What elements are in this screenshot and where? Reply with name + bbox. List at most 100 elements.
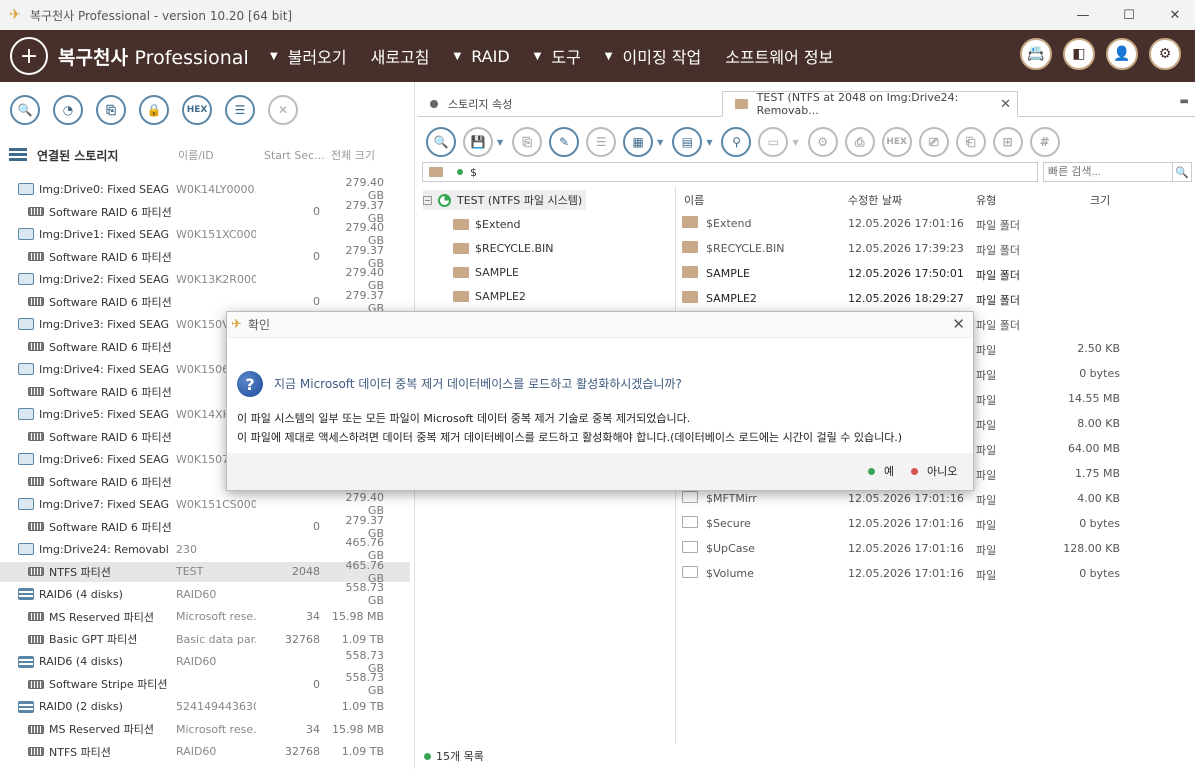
column-start-sector[interactable]: Start Sec... [264, 149, 325, 162]
yes-button[interactable]: 예 [868, 463, 894, 479]
file-row[interactable]: SAMPLE2 12.05.2026 18:29:27 파일 폴더 [678, 286, 1195, 311]
details-dropdown-icon[interactable]: ▼ [706, 138, 712, 147]
storage-row[interactable]: Img:Drive2: Fixed SEAG...W0K13K2R000...2… [0, 266, 410, 292]
binoculars-icon[interactable]: ⚲ [721, 127, 752, 157]
file-copy-icon[interactable]: ⎙ [844, 127, 875, 157]
dialog-close-icon[interactable]: ✕ [952, 315, 965, 333]
storage-row[interactable]: Software RAID 6 파티션 0 279.37 GB [0, 199, 410, 225]
file-hex-icon[interactable]: HEX [881, 127, 912, 157]
close-button[interactable]: ✕ [1152, 0, 1195, 30]
save-icon[interactable]: 💾 [463, 127, 493, 157]
list-icon[interactable]: ☰ [225, 95, 255, 125]
license-icon[interactable]: 📇 [1020, 38, 1052, 70]
tab-close-icon[interactable]: ✕ [1000, 97, 1011, 112]
column-name[interactable]: 이름 [684, 192, 704, 208]
print-icon[interactable]: ⎚ [918, 127, 949, 157]
column-total-size[interactable]: 전체 크기 [331, 147, 375, 163]
search-icon[interactable]: 🔍 [1172, 162, 1192, 182]
user-icon[interactable]: 👤 [1106, 38, 1138, 70]
file-row[interactable]: $Volume 12.05.2026 17:01:16 파일 0 bytes [678, 561, 1195, 586]
storage-row[interactable]: Software RAID 6 파티션 0 279.37 GB [0, 289, 410, 315]
view-details-icon[interactable]: ▤ [672, 127, 703, 157]
storage-row[interactable]: NTFS 파티션 RAID60 32768 1.09 TB [0, 742, 410, 762]
settings-gear-icon[interactable]: ⚙ [1149, 38, 1181, 70]
file-row[interactable]: $RECYCLE.BIN 12.05.2026 17:39:23 파일 폴더 [678, 236, 1195, 261]
preview-dropdown-icon[interactable]: ▼ [792, 138, 798, 147]
tree-folder[interactable]: SAMPLE [453, 262, 519, 282]
column-type[interactable]: 유형 [976, 192, 996, 208]
view-dropdown-icon[interactable]: ▼ [657, 138, 663, 147]
menu-load[interactable]: ▼ 불러오기 [270, 44, 347, 68]
no-button[interactable]: 아니오 [911, 463, 957, 479]
minimize-button[interactable]: — [1060, 0, 1106, 30]
storage-row[interactable]: RAID6 (4 disks) RAID60 558.73 GB [0, 581, 410, 607]
panel-layout-icon[interactable]: ◧ [1063, 38, 1095, 70]
disk-icon [18, 363, 34, 375]
create-image-icon[interactable]: ⎘ [96, 95, 126, 125]
storage-row[interactable]: Img:Drive7: Fixed SEAG...W0K151CS000...2… [0, 491, 410, 517]
collapse-icon[interactable]: − [423, 195, 432, 205]
menu-imaging[interactable]: ▼ 이미징 작업 [605, 44, 701, 68]
storage-row[interactable]: Basic GPT 파티션 Basic data par... 32768 1.09 … [0, 629, 410, 649]
file-row[interactable]: $Extend 12.05.2026 17:01:16 파일 폴더 [678, 211, 1195, 236]
export-icon[interactable]: ⎗ [955, 127, 986, 157]
preview-icon[interactable]: ▭ [758, 127, 789, 157]
title-bar: ✈ 복구천사 Professional - version 10.20 [64 … [0, 0, 1195, 30]
tree-folder[interactable]: SAMPLE2 [453, 286, 526, 306]
partition-icon [28, 679, 44, 689]
menu-tools[interactable]: ▼ 도구 [534, 44, 581, 68]
storage-row[interactable]: Software RAID 6 파티션 0 279.37 GB [0, 514, 410, 540]
save-dropdown-icon[interactable]: ▼ [497, 138, 503, 147]
tree-root[interactable]: − TEST (NTFS 파일 시스템) [423, 190, 587, 210]
file-settings-icon[interactable]: ⚙ [807, 127, 838, 157]
tab-file-browser[interactable]: TEST (NTFS at 2048 on Img:Drive24: Remov… [722, 91, 1018, 117]
hex-editor-icon[interactable]: HEX [182, 95, 212, 125]
wizard-icon[interactable]: ✎ [549, 127, 580, 157]
column-date[interactable]: 수정한 날짜 [848, 192, 902, 208]
storage-row[interactable]: MS Reserved 파티션 Microsoft rese... 34 15.98 … [0, 607, 410, 627]
tree-icon[interactable]: ⊞ [992, 127, 1023, 157]
storage-row[interactable]: Software Stripe 파티션 0 558.73 GB [0, 671, 410, 697]
partition-chart-icon[interactable]: ◔ [53, 95, 83, 125]
tab-storage-properties[interactable]: 스토리지 속성 [418, 91, 722, 117]
menu-about[interactable]: 소프트웨어 정보 [725, 44, 833, 68]
file-date: 12.05.2026 17:50:01 [848, 267, 964, 280]
file-row[interactable]: $Secure 12.05.2026 17:01:16 파일 0 bytes [678, 511, 1195, 536]
storage-size: 558.73 GB [345, 581, 385, 607]
menu-refresh[interactable]: 새로고침 [371, 44, 430, 68]
scan-search-icon[interactable]: 🔍 [10, 95, 40, 125]
tree-folder[interactable]: $RECYCLE.BIN [453, 238, 553, 258]
storage-row[interactable]: Img:Drive0: Fixed SEAG...W0K14LY0000...2… [0, 176, 410, 202]
tree-folder[interactable]: $Extend [453, 214, 521, 234]
storage-row[interactable]: NTFS 파티션 TEST 2048 465.76 GB [0, 559, 410, 585]
storage-row[interactable]: Img:Drive24: Removabl... 230 465.76 GB [0, 536, 410, 562]
hash-icon[interactable]: # [1029, 127, 1060, 157]
maximize-button[interactable]: ☐ [1106, 0, 1152, 30]
app-icon: ✈ [9, 7, 21, 23]
close-storage-icon[interactable]: ✕ [268, 95, 298, 125]
tab-overflow-icon[interactable]: ▬ [1180, 96, 1189, 107]
path-bar[interactable]: $ [422, 162, 1038, 182]
file-type: 파일 [976, 494, 997, 507]
storage-row[interactable]: RAID0 (2 disks) 524149443630... 1.09 TB [0, 697, 410, 717]
storage-row[interactable]: MS Reserved 파티션 Microsoft rese... 34 15.98 … [0, 719, 410, 739]
raid-icon [18, 700, 34, 713]
storage-row[interactable]: Img:Drive1: Fixed SEAG...W0K151XC000...2… [0, 221, 410, 247]
file-type: 파일 폴더 [976, 244, 1020, 257]
column-size[interactable]: 크기 [1090, 192, 1110, 208]
file-type: 파일 폴더 [976, 269, 1020, 282]
quick-search-input[interactable] [1043, 162, 1173, 182]
lock-icon[interactable]: 🔒 [139, 95, 169, 125]
storage-id: W0K14LY0000... [176, 182, 256, 196]
column-name-id[interactable]: 이름/ID [178, 147, 214, 163]
dialog-title: 확인 [247, 318, 270, 332]
find-icon[interactable]: 🔍 [426, 127, 456, 157]
checklist-icon[interactable]: ☰ [586, 127, 617, 157]
recover-icon[interactable]: ⎘ [512, 127, 543, 157]
storage-row[interactable]: Software RAID 6 파티션 0 279.37 GB [0, 244, 410, 270]
file-row[interactable]: $UpCase 12.05.2026 17:01:16 파일 128.00 KB [678, 536, 1195, 561]
menu-raid[interactable]: ▼ RAID [453, 47, 509, 66]
storage-row[interactable]: RAID6 (4 disks) RAID60 558.73 GB [0, 649, 410, 675]
view-grid-icon[interactable]: ▦ [623, 127, 654, 157]
file-row[interactable]: SAMPLE 12.05.2026 17:50:01 파일 폴더 [678, 261, 1195, 286]
